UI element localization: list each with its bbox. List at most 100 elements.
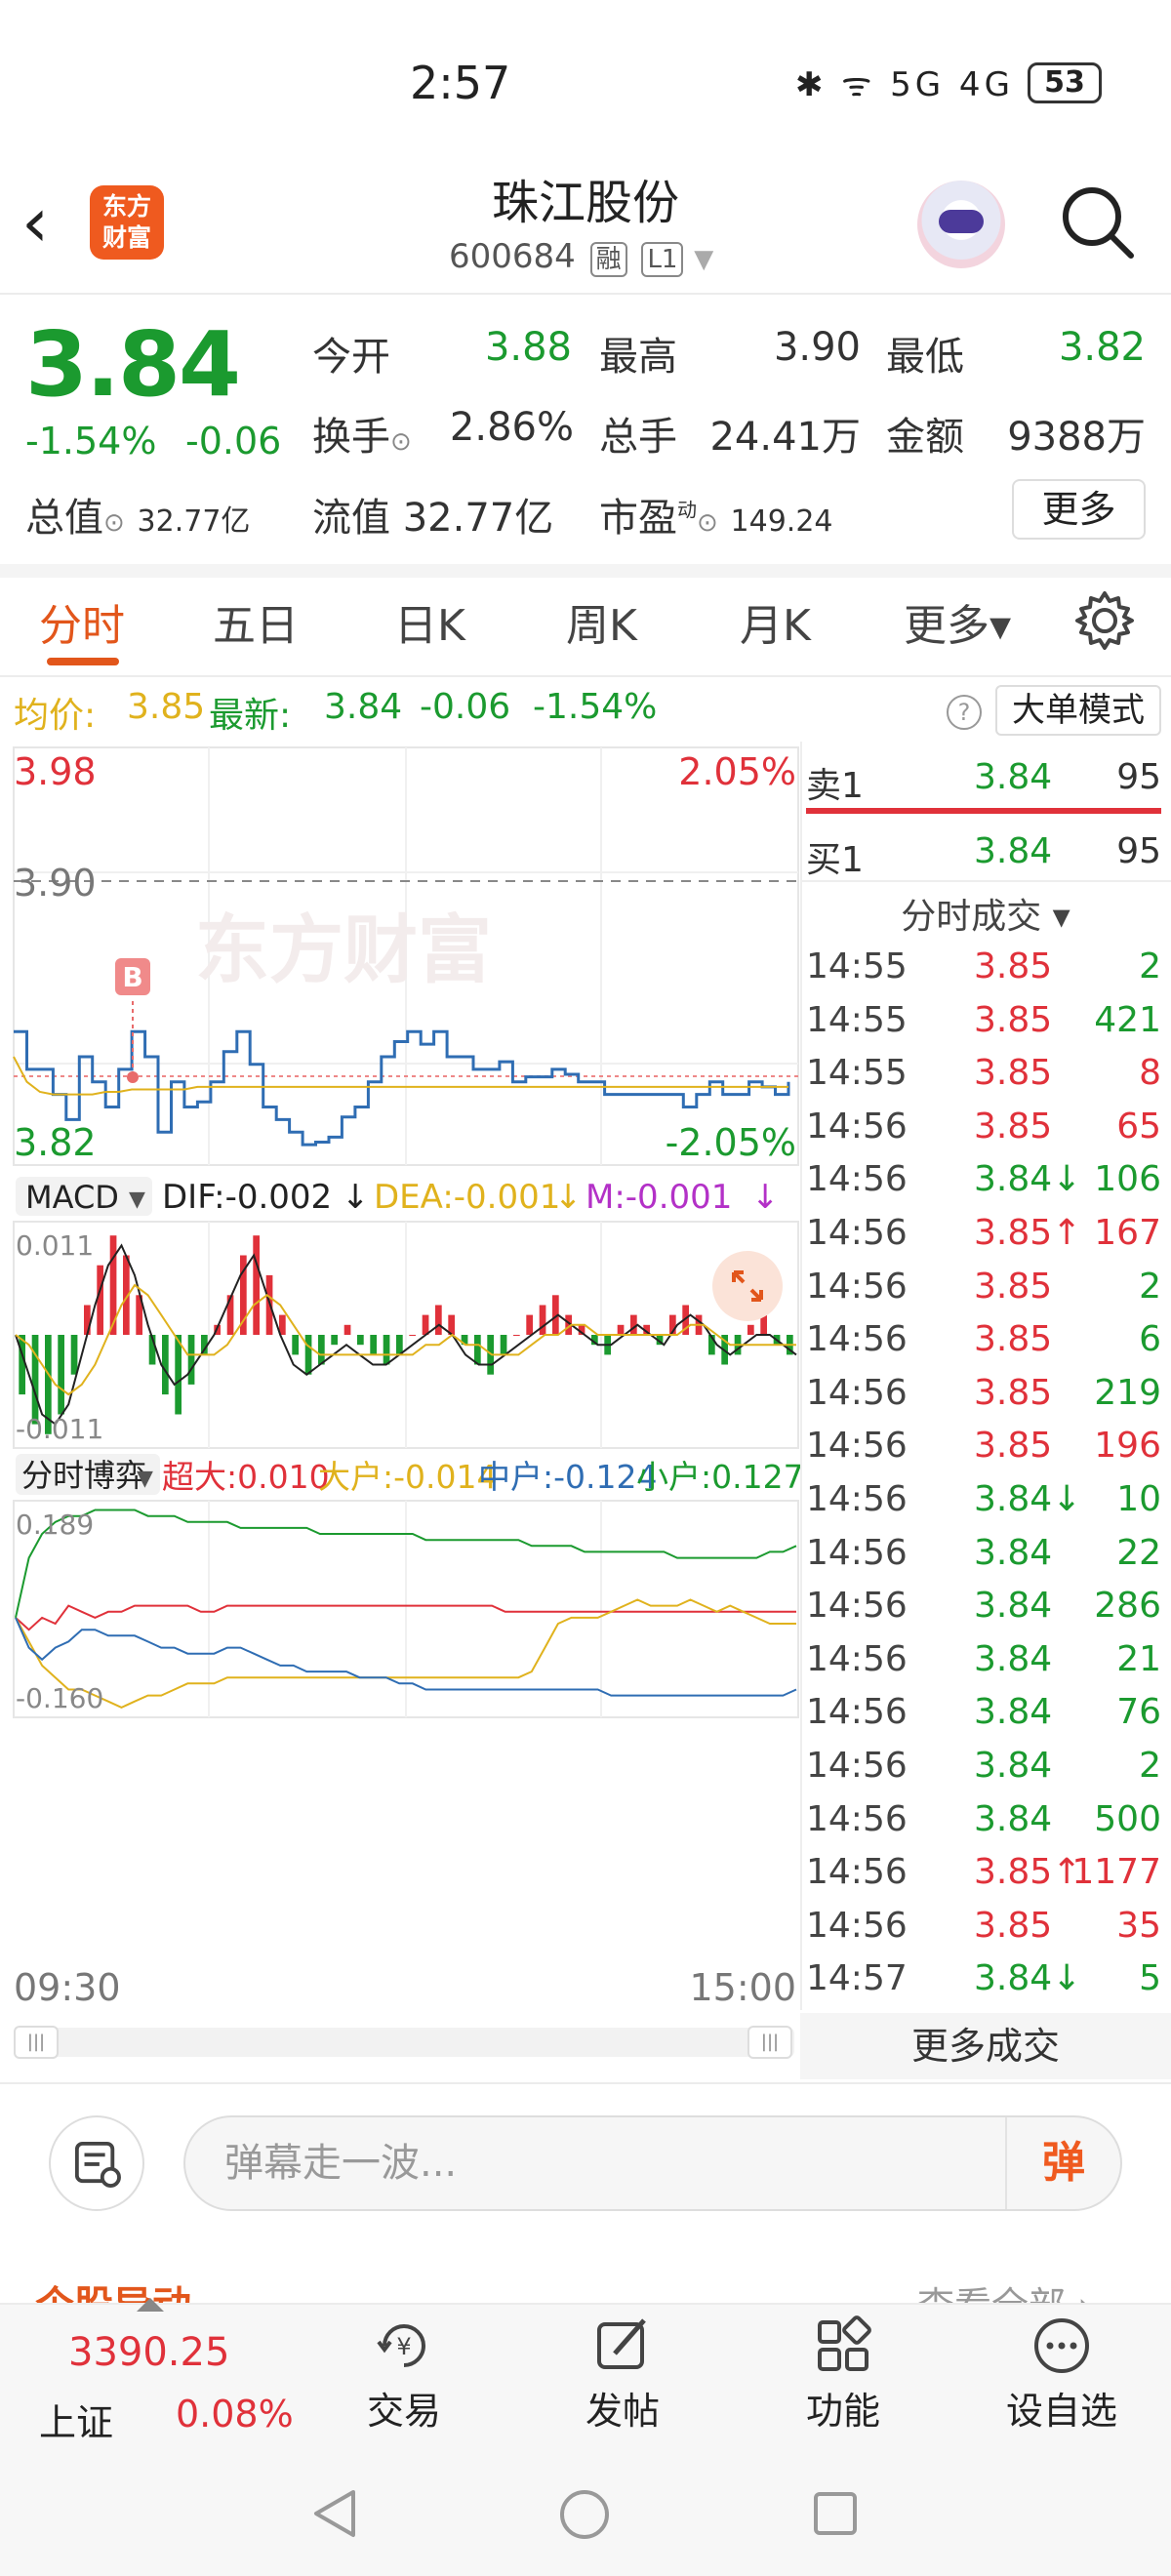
trade-row: 14:57 3.84↓ 5 [806,1958,1167,2011]
tab-intraday[interactable]: 分时 [39,590,125,653]
stock-code: 600684 [449,237,576,276]
intraday-charts[interactable]: 东方财富 B 3.98 3.90 3.82 2.05% -2.05% MACD … [0,742,800,2039]
pe-sup: 动 [677,498,697,522]
tab-more[interactable]: 更多▾ [904,590,1011,653]
index-value[interactable]: 3390.25 [68,2330,229,2375]
dots-icon: ⊙ [103,508,125,538]
amount-label: 金额 [886,415,964,460]
buy1-volume: 95 [1116,831,1161,871]
nav-post[interactable]: 发帖 [545,2305,701,2435]
danmu-input[interactable]: 弹幕走一波... [183,2115,1122,2211]
big-order-mode-button[interactable]: 大单模式 [995,685,1161,736]
trade-price: 3.84 [974,1532,1053,1573]
search-icon[interactable] [1059,183,1137,262]
trade-time: 14:56 [806,1905,908,1946]
index-percent: 0.08% [176,2393,294,2435]
more-trades-button[interactable]: 更多成交 [800,2013,1171,2079]
scroll-handle-right[interactable]: ||| [747,2026,792,2059]
macd-bar [526,1314,533,1335]
trade-time: 14:56 [806,1798,908,1839]
nav-trade[interactable]: ¥ 交易 [326,2305,482,2435]
open-value: 3.88 [484,325,572,370]
status-bar: 2:57 ✱ ᯤ 5G 4G 53 [0,0,1171,166]
scroll-handle-left[interactable]: ||| [14,2026,59,2059]
caret-down-icon: ▼ [137,1467,153,1491]
y-tick-prev-close: 3.90 [14,862,97,905]
trade-time: 14:56 [806,1266,908,1307]
nav-add-watchlist[interactable]: 设自选 [984,2305,1140,2435]
trades-dropdown[interactable]: 分时成交 ▾ [800,888,1171,939]
trade-row: 14:56 3.84↓ 10 [806,1479,1167,1532]
help-icon[interactable]: ? [947,695,982,730]
stock-code-row[interactable]: 600684 融 L1 ▼ [449,237,713,277]
macd-bar [513,1335,520,1336]
trade-price: 3.85↑ [974,1213,1082,1253]
macd-bar [253,1235,260,1335]
trade-volume: 10 [1116,1479,1161,1519]
volume-value: 24.41万 [709,415,861,460]
macd-m: M:-0.001 [586,1178,732,1217]
clock: 2:57 [410,57,511,109]
macd-bar [357,1335,364,1346]
trade-price: 3.84↓ [974,1958,1082,1999]
trade-volume: 76 [1116,1692,1161,1733]
trade-volume: 421 [1094,999,1161,1040]
trade-row: 14:56 3.84↓ 106 [806,1159,1167,1212]
pe-label: 市盈 [599,496,677,541]
macd-bar [175,1335,182,1415]
trade-time: 14:55 [806,946,908,986]
buy1-label: 买1 [806,840,864,880]
trade-row: 14:55 3.85 2 [806,946,1167,999]
tab-daily-k[interactable]: 日K [394,590,465,653]
more-quote-button[interactable]: 更多 [1012,479,1146,540]
margin-tag: 融 [589,242,627,277]
y-tick-pct-high: 2.05% [678,750,796,793]
sell1-volume: 95 [1116,757,1161,797]
system-nav-bar [0,2451,1171,2576]
trade-time: 14:56 [806,1586,908,1627]
trade-row: 14:56 3.84 2 [806,1746,1167,1798]
trade-time: 14:56 [806,1532,908,1573]
buy1-price: 3.84 [974,831,1053,871]
trade-row: 14:56 3.84 500 [806,1799,1167,1852]
tab-five-day[interactable]: 五日 [213,590,299,653]
arrow-down-icon: ↓ [751,1178,780,1217]
expand-chart-button[interactable] [712,1251,783,1321]
chart-scrollbar[interactable] [14,2028,794,2057]
buy1-row[interactable]: 买1 3.84 95 [806,825,1167,880]
home-circle-icon[interactable] [558,2488,611,2541]
gear-icon[interactable] [1073,589,1136,652]
view-all-link[interactable]: 查看全部 › [917,2275,1092,2305]
trade-price: 3.85↑ [974,1852,1082,1893]
recents-square-icon[interactable] [812,2490,859,2537]
danmu-send-button[interactable]: 弹 [1005,2117,1120,2209]
nav-add-watchlist-label: 设自选 [1005,2390,1117,2433]
trade-icon: ¥ [377,2324,425,2367]
macd-y-bottom: -0.011 [16,1413,103,1445]
eastmoney-logo[interactable]: 东方 财富 [90,185,164,260]
trade-price: 3.85 [974,1905,1053,1946]
flow-small: 小户:0.127 [636,1458,800,1496]
tab-monthly-k[interactable]: 月K [740,590,811,653]
macd-bar [331,1335,338,1346]
nav-functions-label: 功能 [805,2390,880,2433]
float-cap: 流值 32.77亿 [312,486,553,543]
back-button[interactable]: ‹ [21,183,80,262]
comment-settings-icon[interactable] [49,2115,144,2211]
back-triangle-icon[interactable] [310,2488,359,2539]
trade-time: 14:56 [806,1852,908,1893]
trade-price: 3.85 [974,1053,1053,1094]
flow-mid: 中户:-0.124 [478,1458,658,1496]
trade-time: 14:56 [806,1479,908,1519]
trade-volume: 65 [1116,1106,1161,1147]
y-tick-pct-low: -2.05% [666,1121,796,1164]
sell1-row[interactable]: 卖1 3.84 95 [806,751,1167,806]
nav-trade-label: 交易 [366,2390,441,2433]
trade-time: 14:56 [806,1692,908,1733]
flow-y-top: 0.189 [16,1509,94,1541]
tab-weekly-k[interactable]: 周K [566,590,637,653]
nav-functions[interactable]: 功能 [765,2305,921,2435]
change-amount: -0.06 [185,420,282,463]
macd-bar [187,1335,195,1385]
mktcap-value: 32.77亿 [137,504,251,539]
